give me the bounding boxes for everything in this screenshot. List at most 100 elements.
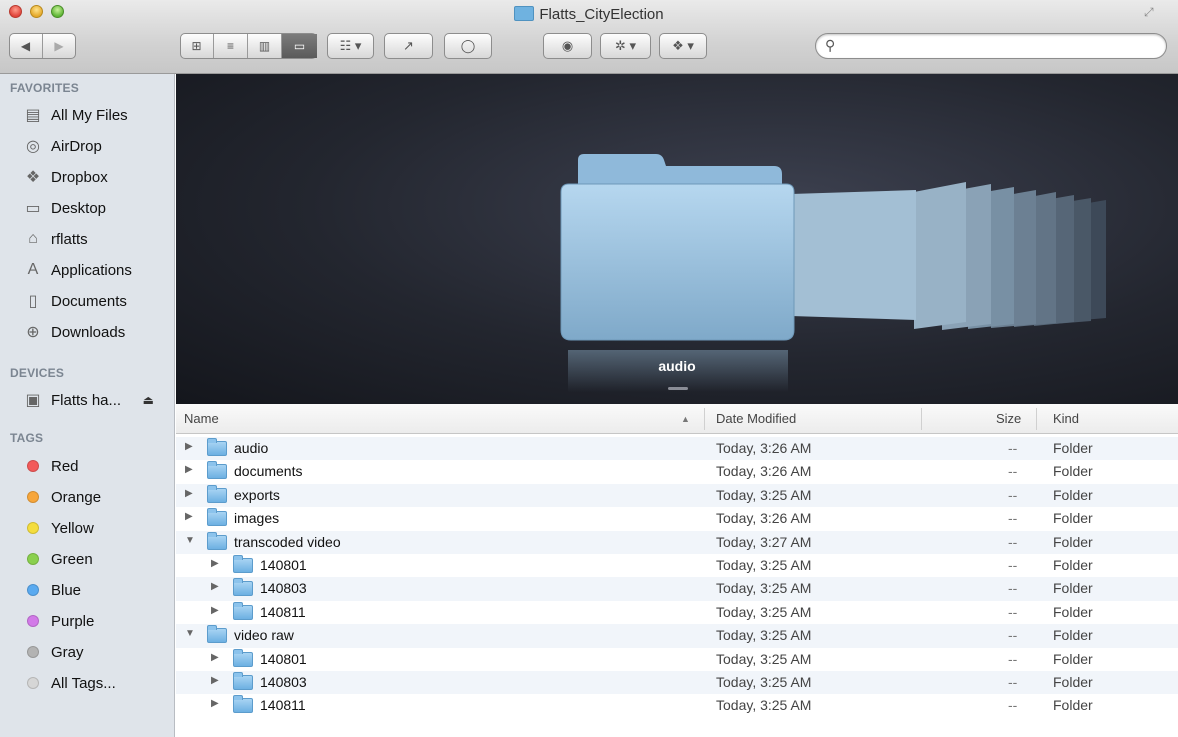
window-title: Flatts_CityElection [0,6,1178,23]
sidebar-item-downloads[interactable]: ⊕ Downloads [24,318,174,346]
disclosure-collapsed-icon[interactable]: ▶ [211,698,219,709]
cover-flow-view-icon[interactable]: ▭ [282,34,317,58]
tag-color-dot-icon [27,460,39,472]
disclosure-expanded-icon[interactable]: ▼ [185,628,195,639]
disclosure-collapsed-icon[interactable]: ▶ [185,511,193,522]
share-icon: ↗ [403,38,414,53]
eject-icon[interactable]: ⏏ [143,393,154,407]
airdrop-icon: ◎ [26,138,40,155]
table-row[interactable]: ▶ audio Today, 3:26 AM -- Folder [176,437,1178,461]
sidebar-item-label: rflatts [51,230,88,248]
folder-icon [233,601,253,620]
sidebar-item-device[interactable]: ▣ Flatts ha... ⏏ [24,386,174,414]
sidebar-tag-label: Yellow [51,519,94,537]
sidebar-item-all-my-files[interactable]: ▤ All My Files [24,101,174,129]
devices-header: DEVICES [10,366,65,380]
back-icon[interactable]: ◀ [10,34,43,58]
sidebar-item-desktop[interactable]: ▭ Desktop [24,194,174,222]
table-row[interactable]: ▶ 140803 Today, 3:25 AM -- Folder [176,577,1178,601]
icon-view-icon[interactable]: ⊞ [180,34,214,58]
date-modified: Today, 3:25 AM [716,580,812,597]
list-view-icon[interactable]: ≡ [214,34,248,58]
folder-icon [514,6,535,21]
edit-tags-button[interactable]: ◯ [444,33,492,59]
sidebar-item-label: Desktop [51,199,107,217]
disclosure-collapsed-icon[interactable]: ▶ [185,441,193,452]
table-row[interactable]: ▶ 140811 Today, 3:25 AM -- Folder [176,600,1178,625]
cover-flow-scroll-handle[interactable] [668,387,688,390]
fullscreen-icon[interactable]: ⤢ [1144,5,1158,19]
sidebar-tag-label: Blue [51,581,82,599]
size-column-header[interactable]: Size [996,411,1021,426]
window-titlebar: Flatts_CityElection ⤢ ◀ ▶ ⊞ ≡ ▥ ▭ ☷ ▾ ↗ … [0,0,1178,74]
name-column-header[interactable]: Name [184,411,219,426]
sidebar-tag-alltags[interactable]: All Tags... [24,669,174,697]
documents-icon: ▯ [28,293,38,310]
column-view-icon[interactable]: ▥ [248,34,282,58]
cover-flow-view[interactable]: audio [176,74,1178,404]
disclosure-collapsed-icon[interactable]: ▶ [211,581,219,592]
sidebar-item-applications[interactable]: A Applications [24,256,174,284]
arrange-button[interactable]: ☷ ▾ [327,33,374,59]
sidebar-tag-green[interactable]: Green [24,545,174,573]
action-menu-button[interactable]: ✲ ▾ [600,33,651,59]
disclosure-collapsed-icon[interactable]: ▶ [211,605,219,616]
file-size: -- [1008,627,1018,644]
table-row[interactable]: ▶ 140801 Today, 3:25 AM -- Folder [176,554,1178,578]
file-kind: Folder [1053,697,1093,714]
sidebar-item-documents[interactable]: ▯ Documents [24,287,174,315]
disclosure-collapsed-icon[interactable]: ▶ [211,558,219,569]
table-row[interactable]: ▶ 140811 Today, 3:25 AM -- Folder [176,694,1178,718]
sidebar-tag-label: Red [51,457,79,475]
date-modified: Today, 3:27 AM [716,533,812,550]
file-name: documents [234,463,303,480]
file-kind: Folder [1053,674,1093,690]
dropbox-icon: ❖ ▾ [672,38,694,53]
disclosure-collapsed-icon[interactable]: ▶ [185,464,193,475]
date-modified: Today, 3:26 AM [716,440,812,456]
quick-look-button[interactable]: ◉ [543,33,592,59]
search-input[interactable] [844,37,1158,57]
table-row[interactable]: ▼ video raw Today, 3:25 AM -- Folder [176,624,1178,648]
sidebar-item-airdrop[interactable]: ◎ AirDrop [24,132,174,160]
sidebar-tag-blue[interactable]: Blue [24,576,174,604]
table-row[interactable]: ▶ images Today, 3:26 AM -- Folder [176,507,1178,531]
tag-color-dot-icon [27,522,39,534]
sidebar-tag-gray[interactable]: Gray [24,638,174,666]
sidebar-tag-orange[interactable]: Orange [24,483,174,511]
file-size: -- [1008,697,1018,714]
tag-color-dot-icon [27,677,39,689]
cover-flow-selected-label: audio [658,358,696,374]
dropbox-menu-button[interactable]: ❖ ▾ [659,33,707,59]
search-field[interactable]: ⚲ [815,33,1167,59]
table-row[interactable]: ▶ 140803 Today, 3:25 AM -- Folder [176,671,1178,695]
table-row[interactable]: ▶ exports Today, 3:25 AM -- Folder [176,483,1178,508]
share-button[interactable]: ↗ [384,33,433,59]
forward-icon[interactable]: ▶ [43,34,76,58]
date-modified: Today, 3:25 AM [716,674,812,690]
file-kind: Folder [1053,486,1093,503]
folder-icon [207,625,227,644]
disclosure-expanded-icon[interactable]: ▼ [185,535,195,546]
sidebar-item-dropbox[interactable]: ❖ Dropbox [24,163,174,191]
table-row[interactable]: ▶ 140801 Today, 3:25 AM -- Folder [176,647,1178,672]
tag-color-dot-icon [27,615,39,627]
table-row[interactable]: ▼ transcoded video Today, 3:27 AM -- Folder [176,530,1178,555]
table-row[interactable]: ▶ documents Today, 3:26 AM -- Folder [176,460,1178,484]
stacked-folders [791,182,1106,330]
sidebar-tag-purple[interactable]: Purple [24,607,174,635]
disclosure-collapsed-icon[interactable]: ▶ [211,652,219,663]
search-icon: ⚲ [825,37,836,53]
file-size: -- [1008,580,1018,597]
folder-icon [233,648,253,667]
sidebar-item-rflatts[interactable]: ⌂ rflatts [24,225,174,253]
kind-column-header[interactable]: Kind [1053,411,1079,426]
sidebar-tag-red[interactable]: Red [24,452,174,480]
disclosure-collapsed-icon[interactable]: ▶ [211,675,219,686]
disclosure-collapsed-icon[interactable]: ▶ [185,488,193,499]
sidebar-tag-yellow[interactable]: Yellow [24,514,174,542]
date-modified-column-header[interactable]: Date Modified [716,411,796,426]
selected-folder-icon[interactable] [560,154,795,392]
window-title-text: Flatts_CityElection [539,6,664,23]
file-kind: Folder [1053,580,1093,597]
